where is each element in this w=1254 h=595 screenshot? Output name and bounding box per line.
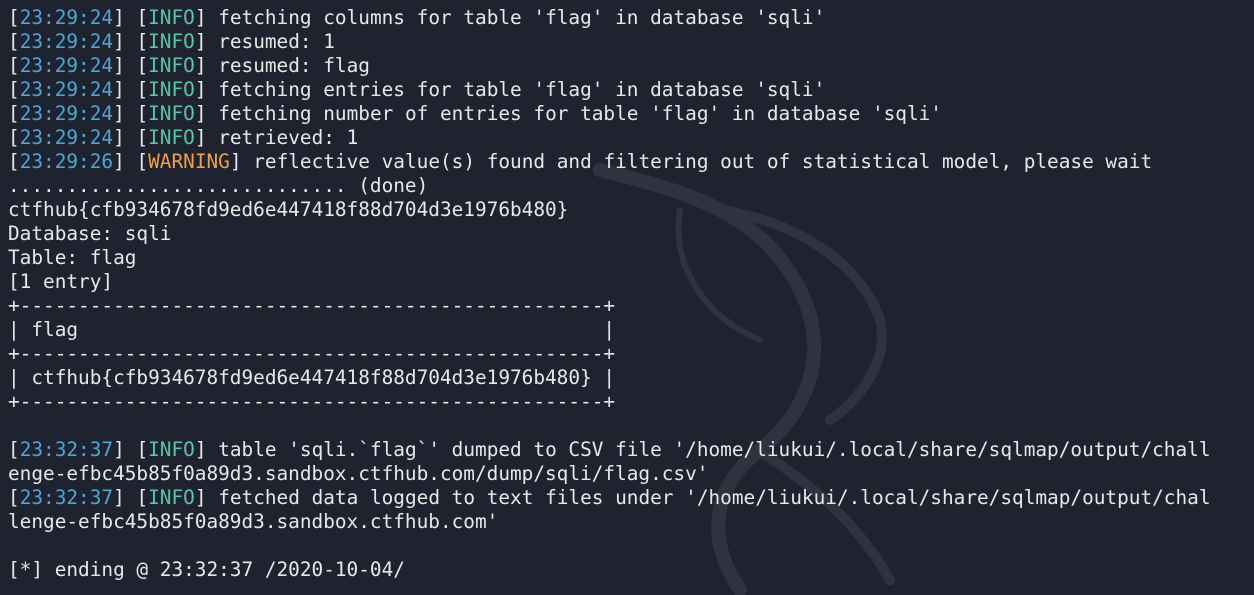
log-level: INFO bbox=[148, 78, 195, 101]
terminal-line: [1 entry] bbox=[8, 270, 1211, 294]
log-level: INFO bbox=[148, 54, 195, 77]
log-timestamp: 23:29:26 bbox=[19, 150, 114, 173]
terminal-line: Database: sqli bbox=[8, 222, 1211, 246]
log-level: INFO bbox=[148, 102, 195, 125]
terminal-line: Table: flag bbox=[8, 246, 1211, 270]
bracket-separator: ] [ bbox=[113, 150, 149, 173]
bracket-close: ] bbox=[194, 438, 219, 461]
bracket-open: [ bbox=[8, 126, 20, 149]
terminal-line: [23:29:24] [INFO] retrieved: 1 bbox=[8, 126, 1211, 150]
terminal-output: [23:29:24] [INFO] fetching columns for t… bbox=[8, 6, 1211, 582]
bracket-open: [ bbox=[8, 438, 20, 461]
output-text: ctfhub{cfb934678fd9ed6e447418f88d704d3e1… bbox=[8, 198, 569, 221]
log-timestamp: 23:29:24 bbox=[19, 126, 114, 149]
log-message: resumed: 1 bbox=[218, 30, 335, 53]
bracket-close: ] bbox=[194, 78, 219, 101]
log-level: INFO bbox=[148, 30, 195, 53]
log-level: INFO bbox=[148, 6, 195, 29]
bracket-open: [ bbox=[8, 6, 20, 29]
log-timestamp: 23:32:37 bbox=[19, 438, 114, 461]
bracket-close: ] bbox=[194, 102, 219, 125]
output-text: | ctfhub{cfb934678fd9ed6e447418f88d704d3… bbox=[8, 366, 616, 389]
log-level: INFO bbox=[148, 126, 195, 149]
output-text: [*] ending @ 23:32:37 /2020-10-04/ bbox=[8, 558, 405, 581]
log-message: fetching number of entries for table 'fl… bbox=[218, 102, 942, 125]
log-timestamp: 23:32:37 bbox=[19, 486, 114, 509]
log-message: fetched data logged to text files under … bbox=[218, 486, 1211, 509]
bracket-close: ] bbox=[229, 150, 254, 173]
terminal-line: enge-efbc45b85f0a89d3.sandbox.ctfhub.com… bbox=[8, 462, 1211, 486]
bracket-separator: ] [ bbox=[113, 30, 149, 53]
output-text: | flag | bbox=[8, 318, 616, 341]
terminal-line: | ctfhub{cfb934678fd9ed6e447418f88d704d3… bbox=[8, 366, 1211, 390]
terminal-line: ............................. (done) bbox=[8, 174, 1211, 198]
bracket-close: ] bbox=[194, 30, 219, 53]
log-message: fetching entries for table 'flag' in dat… bbox=[218, 78, 826, 101]
log-message: resumed: flag bbox=[218, 54, 370, 77]
terminal-line: +---------------------------------------… bbox=[8, 390, 1211, 414]
bracket-open: [ bbox=[8, 78, 20, 101]
terminal-line: +---------------------------------------… bbox=[8, 342, 1211, 366]
output-text: +---------------------------------------… bbox=[8, 390, 616, 413]
log-level: INFO bbox=[148, 438, 195, 461]
terminal-line: lenge-efbc45b85f0a89d3.sandbox.ctfhub.co… bbox=[8, 510, 1211, 534]
log-timestamp: 23:29:24 bbox=[19, 102, 114, 125]
bracket-close: ] bbox=[194, 126, 219, 149]
bracket-separator: ] [ bbox=[113, 102, 149, 125]
bracket-separator: ] [ bbox=[113, 486, 149, 509]
log-level: WARNING bbox=[148, 150, 230, 173]
output-text: +---------------------------------------… bbox=[8, 342, 616, 365]
terminal-line: [23:32:37] [INFO] table 'sqli.`flag`' du… bbox=[8, 438, 1211, 462]
terminal-line: [23:29:24] [INFO] fetching number of ent… bbox=[8, 102, 1211, 126]
bracket-close: ] bbox=[194, 6, 219, 29]
log-timestamp: 23:29:24 bbox=[19, 30, 114, 53]
log-message: retrieved: 1 bbox=[218, 126, 359, 149]
output-text: [1 entry] bbox=[8, 270, 114, 293]
bracket-open: [ bbox=[8, 102, 20, 125]
terminal-line: [23:29:26] [WARNING] reflective value(s)… bbox=[8, 150, 1211, 174]
output-text: ............................. (done) bbox=[8, 174, 429, 197]
log-timestamp: 23:29:24 bbox=[19, 54, 114, 77]
log-timestamp: 23:29:24 bbox=[19, 78, 114, 101]
bracket-open: [ bbox=[8, 150, 20, 173]
terminal-line: | flag | bbox=[8, 318, 1211, 342]
bracket-close: ] bbox=[194, 486, 219, 509]
terminal-line: [23:29:24] [INFO] resumed: flag bbox=[8, 54, 1211, 78]
terminal-line: ctfhub{cfb934678fd9ed6e447418f88d704d3e1… bbox=[8, 198, 1211, 222]
output-text: Database: sqli bbox=[8, 222, 172, 245]
terminal-line: [23:29:24] [INFO] fetching entries for t… bbox=[8, 78, 1211, 102]
bracket-open: [ bbox=[8, 30, 20, 53]
terminal-line: [*] ending @ 23:32:37 /2020-10-04/ bbox=[8, 558, 1211, 582]
terminal-line: [23:29:24] [INFO] fetching columns for t… bbox=[8, 6, 1211, 30]
terminal-window[interactable]: [23:29:24] [INFO] fetching columns for t… bbox=[0, 0, 1254, 595]
output-text: enge-efbc45b85f0a89d3.sandbox.ctfhub.com… bbox=[8, 462, 709, 485]
bracket-open: [ bbox=[8, 54, 20, 77]
bracket-separator: ] [ bbox=[113, 54, 149, 77]
log-message: table 'sqli.`flag`' dumped to CSV file '… bbox=[218, 438, 1211, 461]
terminal-line: +---------------------------------------… bbox=[8, 294, 1211, 318]
bracket-separator: ] [ bbox=[113, 6, 149, 29]
log-message: reflective value(s) found and filtering … bbox=[253, 150, 1153, 173]
output-text: Table: flag bbox=[8, 246, 137, 269]
bracket-open: [ bbox=[8, 486, 20, 509]
log-timestamp: 23:29:24 bbox=[19, 6, 114, 29]
bracket-separator: ] [ bbox=[113, 78, 149, 101]
terminal-line: [23:29:24] [INFO] resumed: 1 bbox=[8, 30, 1211, 54]
output-text: +---------------------------------------… bbox=[8, 294, 616, 317]
bracket-separator: ] [ bbox=[113, 438, 149, 461]
log-message: fetching columns for table 'flag' in dat… bbox=[218, 6, 826, 29]
bracket-close: ] bbox=[194, 54, 219, 77]
output-text: lenge-efbc45b85f0a89d3.sandbox.ctfhub.co… bbox=[8, 510, 499, 533]
bracket-separator: ] [ bbox=[113, 126, 149, 149]
terminal-line: [23:32:37] [INFO] fetched data logged to… bbox=[8, 486, 1211, 510]
log-level: INFO bbox=[148, 486, 195, 509]
